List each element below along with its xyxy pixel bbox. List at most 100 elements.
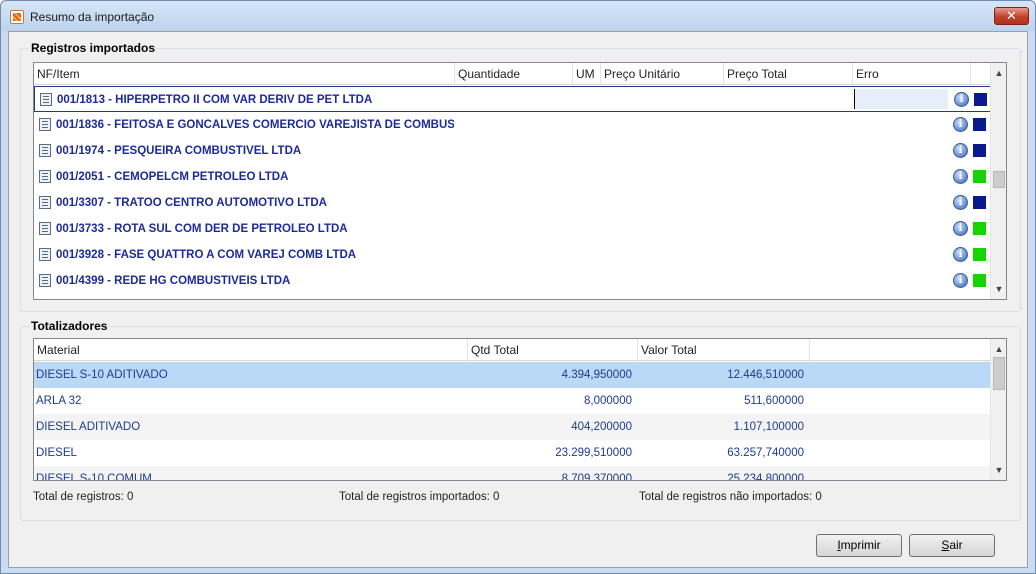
col-preco-unitario[interactable]: Preço Unitário xyxy=(601,63,724,85)
col-preco-total[interactable]: Preço Total xyxy=(724,63,853,85)
col-erro[interactable]: Erro xyxy=(853,63,971,85)
imported-records-grid[interactable]: NF/Item Quantidade UM Preço Unitário Pre… xyxy=(33,62,1007,300)
qtd-total-cell: 8.709,370000 xyxy=(561,473,632,481)
sair-label: air xyxy=(949,538,963,552)
imported-row[interactable]: 001/1813 - HIPERPETRO II COM VAR DERIV D… xyxy=(34,86,991,112)
info-icon[interactable]: i xyxy=(953,221,968,236)
imprimir-button[interactable]: Imprimir xyxy=(816,534,902,557)
status-indicator xyxy=(973,196,986,209)
invoice-icon xyxy=(39,274,51,287)
totals-row[interactable]: ARLA 32 8,000000 511,600000 xyxy=(34,388,991,414)
invoice-icon xyxy=(39,222,51,235)
invoice-icon xyxy=(39,170,51,183)
imported-row[interactable]: 001/3733 - ROTA SUL COM DER DE PETROLEO … xyxy=(34,216,991,242)
total-nao-importados-label: Total de registros não importados: 0 xyxy=(639,491,822,503)
info-icon[interactable]: i xyxy=(953,195,968,210)
imported-row-label: 001/3307 - TRATOO CENTRO AUTOMOTIVO LTDA xyxy=(56,197,327,209)
totals-row[interactable]: DIESEL S-10 COMUM 8.709,370000 25.234,8000… xyxy=(34,466,991,481)
invoice-icon xyxy=(40,93,52,106)
totals-row[interactable]: DIESEL ADITIVADO 404,200000 1.107,100000 xyxy=(34,414,991,440)
imported-row[interactable]: 001/1974 - PESQUEIRA COMBUSTIVEL LTDA i xyxy=(34,138,991,164)
imported-row[interactable]: 001/3307 - TRATOO CENTRO AUTOMOTIVO LTDA… xyxy=(34,190,991,216)
total-importados-label: Total de registros importados: 0 xyxy=(339,491,500,503)
erro-edit-cell[interactable] xyxy=(854,89,948,109)
totals-scroll-thumb[interactable] xyxy=(993,357,1005,390)
imported-records-legend: Registros importados xyxy=(29,41,158,55)
qtd-total-cell: 4.394,950000 xyxy=(561,369,632,381)
valor-total-cell: 12.446,510000 xyxy=(727,369,804,381)
totals-legend: Totalizadores xyxy=(29,319,110,333)
sair-button[interactable]: Sair xyxy=(909,534,995,557)
imported-records-group: Registros importados NF/Item Quantidade … xyxy=(20,41,1021,312)
col-um[interactable]: UM xyxy=(573,63,601,85)
imported-vertical-scrollbar[interactable]: ▲ ▼ xyxy=(990,63,1006,299)
imported-row-label: 001/2051 - CEMOPELCM PETROLEO LTDA xyxy=(56,171,289,183)
totals-row[interactable]: DIESEL S-10 ADITIVADO 4.394,950000 12.446,… xyxy=(34,362,991,388)
info-icon[interactable]: i xyxy=(953,143,968,158)
material-cell: DIESEL xyxy=(36,447,77,459)
close-button[interactable]: ✕ xyxy=(994,7,1029,25)
status-indicator xyxy=(973,222,986,235)
imported-row-label: 001/4399 - REDE HG COMBUSTIVEIS LTDA xyxy=(56,275,291,287)
total-registros-label: Total de registros: 0 xyxy=(33,491,134,503)
app-icon xyxy=(10,10,24,24)
material-cell: ARLA 32 xyxy=(36,395,82,407)
valor-total-cell: 25.234,800000 xyxy=(727,473,804,481)
qtd-total-cell: 23.299,510000 xyxy=(555,447,632,459)
col-valor-total[interactable]: Valor Total xyxy=(638,339,810,361)
totals-scroll-up-arrow[interactable]: ▲ xyxy=(991,341,1006,357)
imported-row[interactable]: 001/4399 - REDE HG COMBUSTIVEIS LTDA i xyxy=(34,268,991,294)
totals-scroll-down-arrow[interactable]: ▼ xyxy=(991,462,1006,478)
status-indicator xyxy=(974,93,987,106)
imported-row-label: 001/3928 - FASE QUATTRO A COM VAREJ COMB… xyxy=(56,249,357,261)
info-icon[interactable]: i xyxy=(953,117,968,132)
material-cell: DIESEL S-10 ADITIVADO xyxy=(36,369,168,381)
invoice-icon xyxy=(39,118,51,131)
info-icon[interactable]: i xyxy=(953,273,968,288)
import-summary-window: Resumo da importação ✕ Registros importa… xyxy=(0,0,1036,574)
totals-grid-header: Material Qtd Total Valor Total xyxy=(34,339,991,361)
scroll-thumb[interactable] xyxy=(993,171,1005,188)
qtd-total-cell: 404,200000 xyxy=(571,421,632,433)
col-nf-item[interactable]: NF/Item xyxy=(34,63,455,85)
status-indicator xyxy=(973,170,986,183)
material-cell: DIESEL S-10 COMUM xyxy=(36,473,152,481)
info-icon[interactable]: i xyxy=(953,247,968,262)
totals-group: Totalizadores Material Qtd Total Valor T… xyxy=(20,319,1021,521)
dialog-body: Registros importados NF/Item Quantidade … xyxy=(8,31,1028,568)
info-icon[interactable]: i xyxy=(953,169,968,184)
material-cell: DIESEL ADITIVADO xyxy=(36,421,141,433)
col-material[interactable]: Material xyxy=(34,339,468,361)
imported-row[interactable]: 001/1836 - FEITOSA E GONCALVES COMERCIO … xyxy=(34,112,991,138)
col-quantidade[interactable]: Quantidade xyxy=(455,63,573,85)
valor-total-cell: 1.107,100000 xyxy=(733,421,804,433)
imported-row-label: 001/1974 - PESQUEIRA COMBUSTIVEL LTDA xyxy=(56,145,302,157)
scroll-down-arrow[interactable]: ▼ xyxy=(991,281,1006,297)
status-indicator xyxy=(973,248,986,261)
valor-total-cell: 63.257,740000 xyxy=(727,447,804,459)
totals-vertical-scrollbar[interactable]: ▲ ▼ xyxy=(990,339,1006,480)
imported-row[interactable]: 001/2051 - CEMOPELCM PETROLEO LTDA i xyxy=(34,164,991,190)
imported-row[interactable]: 001/3928 - FASE QUATTRO A COM VAREJ COMB… xyxy=(34,242,991,268)
invoice-icon xyxy=(39,144,51,157)
status-indicator xyxy=(973,118,986,131)
col-status xyxy=(971,63,991,85)
scroll-up-arrow[interactable]: ▲ xyxy=(991,65,1006,81)
invoice-icon xyxy=(39,196,51,209)
qtd-total-cell: 8,000000 xyxy=(584,395,632,407)
imported-row-label: 001/1836 - FEITOSA E GONCALVES COMERCIO … xyxy=(56,119,454,131)
totals-grid[interactable]: Material Qtd Total Valor Total DIESEL S-… xyxy=(33,338,1007,481)
imported-grid-header: NF/Item Quantidade UM Preço Unitário Pre… xyxy=(34,63,991,85)
title-bar[interactable]: Resumo da importação ✕ xyxy=(1,1,1035,31)
info-icon[interactable]: i xyxy=(954,92,969,107)
col-qtd-total[interactable]: Qtd Total xyxy=(468,339,638,361)
valor-total-cell: 511,600000 xyxy=(744,395,804,407)
status-indicator xyxy=(973,274,986,287)
window-title: Resumo da importação xyxy=(30,10,155,24)
imported-row-label: 001/1813 - HIPERPETRO II COM VAR DERIV D… xyxy=(57,94,373,106)
imprimir-label: mprimir xyxy=(840,538,881,552)
imported-row-label: 001/3733 - ROTA SUL COM DER DE PETROLEO … xyxy=(56,223,348,235)
invoice-icon xyxy=(39,248,51,261)
status-indicator xyxy=(973,144,986,157)
totals-row[interactable]: DIESEL 23.299,510000 63.257,740000 xyxy=(34,440,991,466)
